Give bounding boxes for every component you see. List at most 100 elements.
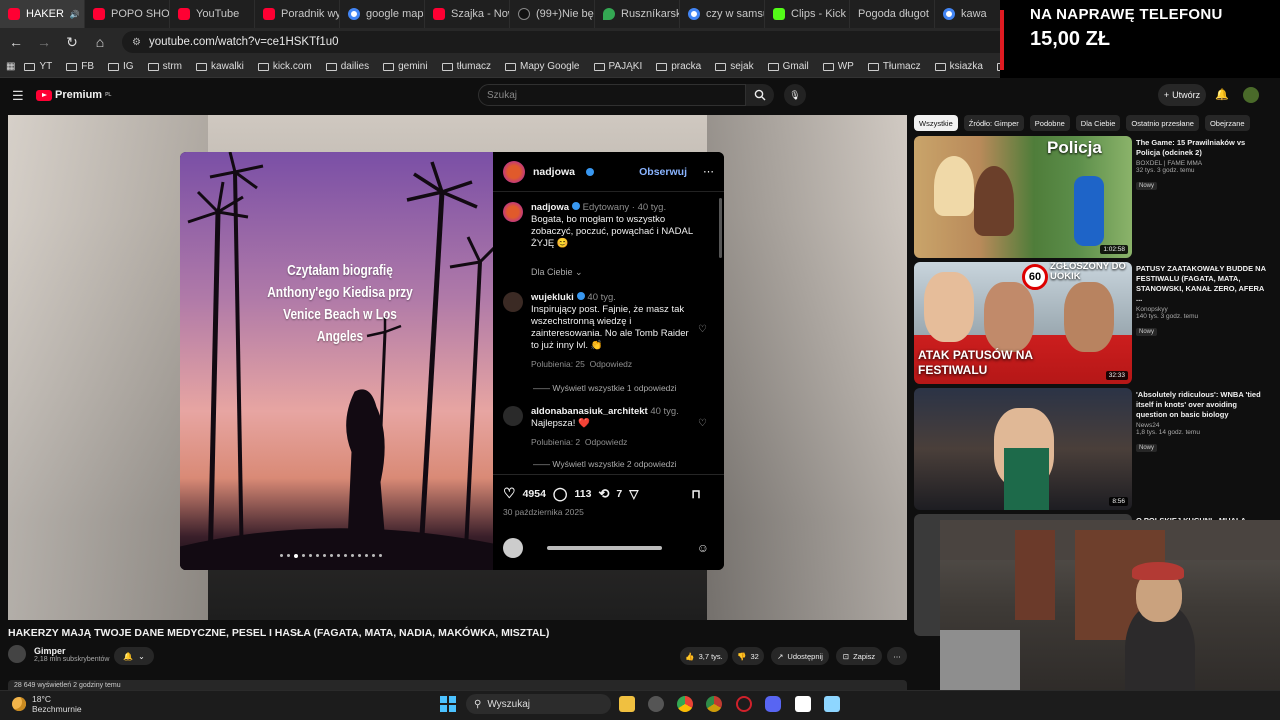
address-bar[interactable]: ⚙ youtube.com/watch?v=ce1HSKTf1u0	[122, 31, 1082, 53]
comments-scrollbar[interactable]	[719, 198, 722, 258]
comment-filter[interactable]: Dla Ciebie ⌄	[531, 267, 583, 278]
search-button[interactable]	[746, 84, 774, 106]
weather-widget[interactable]: 18°C Bezchmurnie	[12, 694, 82, 714]
speaker-icon[interactable]: 🔊	[70, 10, 80, 19]
start-button[interactable]	[440, 696, 456, 712]
browser-tab[interactable]: POPO SHOTY	[85, 0, 170, 28]
browser-tab[interactable]: HAKER🔊✕	[0, 0, 85, 28]
comment-icon[interactable]: ◯	[553, 486, 568, 502]
follow-button[interactable]: Obserwuj	[639, 166, 687, 178]
filter-chip[interactable]: Ostatnio przesłane	[1126, 115, 1199, 131]
recommendation-item[interactable]: 8:56 'Absolutely ridiculous': WNBA 'tied…	[914, 388, 1270, 510]
bookmark-icon[interactable]: ⊓	[691, 487, 700, 501]
video-thumbnail[interactable]: 8:56	[914, 388, 1132, 510]
bookmark-item[interactable]: pracka	[651, 61, 706, 72]
bookmark-item[interactable]: IG	[103, 61, 139, 72]
browser-tab[interactable]: Ruszníkarska-	[595, 0, 680, 28]
recommendation-channel[interactable]: Konopskyy	[1136, 306, 1270, 313]
app-icon[interactable]	[648, 696, 664, 712]
caption-user[interactable]: nadjowa	[531, 202, 569, 213]
browser-tab[interactable]: Poradnik wymi	[255, 0, 340, 28]
browser-tab[interactable]: (99+)Nie będę	[510, 0, 595, 28]
recommendation-title[interactable]: 'Absolutely ridiculous': WNBA 'tied itse…	[1136, 390, 1270, 420]
home-icon[interactable]: ⌂	[88, 30, 112, 54]
browser-tab[interactable]: Pogoda długot	[850, 0, 935, 28]
more-actions-button[interactable]: ⋯	[887, 647, 907, 665]
comment-user[interactable]: aldonabanasiuk_architekt	[531, 406, 648, 417]
menu-icon[interactable]: ☰	[12, 88, 24, 104]
recommendation-item[interactable]: 60 ZGŁOSZONY DO UOKIK ATAK PATUSÓW NA FE…	[914, 262, 1270, 384]
site-info-icon[interactable]: ⚙	[132, 37, 141, 48]
file-explorer-icon[interactable]	[619, 696, 635, 712]
subscription-bell-button[interactable]: 🔔 ⌄	[114, 647, 154, 665]
notifications-icon[interactable]: 🔔	[1215, 88, 1229, 101]
notepad-icon[interactable]	[824, 696, 840, 712]
browser-tab[interactable]: google maps n	[340, 0, 425, 28]
bookmark-item[interactable]: strm	[143, 61, 187, 72]
bookmark-item[interactable]: FB	[61, 61, 99, 72]
bookmark-item[interactable]: dailies	[321, 61, 374, 72]
video-thumbnail[interactable]: 60 ZGŁOSZONY DO UOKIK ATAK PATUSÓW NA FE…	[914, 262, 1132, 384]
taskbar-search[interactable]: ⚲ Wyszukaj	[466, 694, 611, 714]
back-icon[interactable]: ←	[4, 30, 28, 54]
opera-icon[interactable]	[736, 696, 752, 712]
channel-name[interactable]: Gimper	[34, 646, 109, 656]
like-button[interactable]: 👍 3,7 tys.	[680, 647, 728, 665]
view-replies-button[interactable]: —— Wyświetl wszystkie 2 odpowiedzi	[533, 459, 677, 469]
commenter-avatar[interactable]	[503, 292, 523, 312]
video-thumbnail[interactable]: Policja 1:02:58	[914, 136, 1132, 258]
avatar[interactable]	[1243, 87, 1259, 103]
reload-icon[interactable]: ↻	[60, 30, 84, 54]
recommendation-item[interactable]: Policja 1:02:58 The Game: 15 Prawilniakó…	[914, 136, 1270, 258]
filter-chip[interactable]: Podobne	[1029, 115, 1070, 131]
create-button[interactable]: + Utwórz	[1158, 84, 1206, 106]
view-replies-button[interactable]: —— Wyświetl wszystkie 1 odpowiedzi	[533, 383, 677, 393]
browser-tab[interactable]: czy w samsung	[680, 0, 765, 28]
bookmark-item[interactable]: kawalki	[191, 61, 249, 72]
emoji-icon[interactable]: ☺	[697, 541, 709, 555]
author-name[interactable]: nadjowa	[533, 166, 575, 178]
channel-avatar[interactable]	[8, 645, 26, 663]
recommendation-channel[interactable]: BOXDEL | FAME MMA	[1136, 160, 1270, 167]
chrome-icon[interactable]	[677, 696, 693, 712]
recommendation-title[interactable]: The Game: 15 Prawilniaków vs Policja (od…	[1136, 138, 1270, 158]
reply-button[interactable]: Odpowiedz	[590, 359, 633, 369]
browser-tab[interactable]: Szajka - Nowa	[425, 0, 510, 28]
reply-button[interactable]: Odpowiedz	[585, 437, 628, 447]
bookmark-item[interactable]: kick.com	[253, 61, 317, 72]
chrome-icon[interactable]	[706, 696, 722, 712]
filter-chip[interactable]: Obejrzane	[1204, 115, 1250, 131]
filter-chip[interactable]: Wszystkie	[914, 115, 958, 131]
share-button[interactable]: ↗ Udostępnij	[771, 647, 829, 665]
bookmark-item[interactable]: sejak	[710, 61, 758, 72]
bookmark-item[interactable]: Mapy Google	[500, 61, 584, 72]
like-comment-icon[interactable]: ♡	[698, 324, 707, 335]
bookmark-item[interactable]: PAJĄKI	[589, 61, 648, 72]
bookmark-item[interactable]: tłumacz	[437, 61, 496, 72]
bookmark-item[interactable]: gemini	[378, 61, 432, 72]
save-button[interactable]: ⊡ Zapisz	[836, 647, 882, 665]
author-avatar[interactable]	[503, 160, 525, 183]
bookmark-item[interactable]: Tłumacz	[863, 61, 926, 72]
browser-tab[interactable]: Clips - Kick Da	[765, 0, 850, 28]
comment-input[interactable]	[547, 546, 662, 550]
repost-icon[interactable]: ⟲	[598, 486, 609, 502]
more-options-icon[interactable]: ⋯	[703, 165, 714, 178]
comment-composer[interactable]: ☺	[503, 538, 709, 558]
like-icon[interactable]: ♡	[503, 485, 516, 502]
bookmark-item[interactable]: Gmail	[763, 61, 814, 72]
voice-search-button[interactable]: 🎙	[784, 84, 806, 106]
app-icon[interactable]	[795, 696, 811, 712]
search-input[interactable]: Szukaj	[478, 84, 746, 106]
browser-tab[interactable]: YouTube	[170, 0, 255, 28]
commenter-avatar[interactable]	[503, 406, 523, 426]
bookmark-item[interactable]: YT	[19, 61, 57, 72]
share-icon[interactable]: ▽	[629, 487, 638, 501]
filter-chip[interactable]: Źródło: Gimper	[963, 115, 1024, 131]
dislike-button[interactable]: 👎 32	[732, 647, 764, 665]
comment-user[interactable]: wujekluki	[531, 292, 574, 303]
recommendation-title[interactable]: PATUSY ZAATAKOWAŁY BUDDE NA FESTIWALU (F…	[1136, 264, 1270, 304]
discord-icon[interactable]	[765, 696, 781, 712]
youtube-logo[interactable]: Premium PL	[36, 89, 111, 101]
bookmark-item[interactable]: ksiazka	[930, 61, 988, 72]
